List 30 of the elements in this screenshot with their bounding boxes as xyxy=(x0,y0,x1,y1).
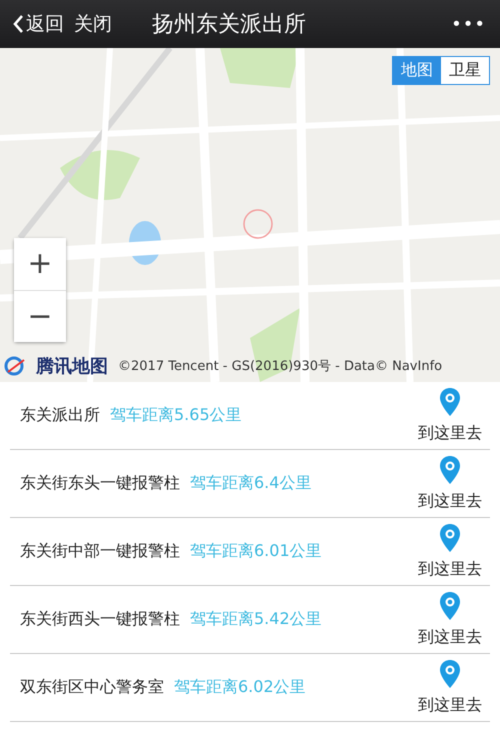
driving-distance: 驾车距离6.02公里 xyxy=(174,677,307,698)
logo-icon xyxy=(4,356,26,376)
place-name: 东关街中部一键报警柱 xyxy=(20,541,180,562)
map-logo: 腾讯地图 xyxy=(36,355,108,378)
navigate-button[interactable]: 到这里去 xyxy=(410,659,490,716)
zoom-out-button[interactable]: − xyxy=(14,290,66,342)
navigate-button[interactable]: 到这里去 xyxy=(410,387,490,444)
driving-distance: 驾车距离5.42公里 xyxy=(190,609,323,630)
copyright-text: ©2017 Tencent - GS(2016)930号 - Data© NavInfo xyxy=(118,358,442,375)
location-pin-icon xyxy=(439,659,461,689)
place-name: 双东街区中心警务室 xyxy=(20,677,164,698)
close-button[interactable]: 关闭 xyxy=(74,11,112,37)
place-name: 东关街东头一键报警柱 xyxy=(20,473,180,494)
driving-distance: 驾车距离5.65公里 xyxy=(110,405,243,426)
driving-distance: 驾车距离6.4公里 xyxy=(190,473,312,494)
place-name: 东关街西头一键报警柱 xyxy=(20,609,180,630)
navigate-button[interactable]: 到这里去 xyxy=(410,455,490,512)
navigate-button[interactable]: 到这里去 xyxy=(410,591,490,648)
driving-distance: 驾车距离6.01公里 xyxy=(190,541,323,562)
place-name: 东关派出所 xyxy=(20,405,100,426)
chevron-left-icon xyxy=(12,14,24,34)
navigate-button[interactable]: 到这里去 xyxy=(410,523,490,580)
location-pin-icon xyxy=(439,591,461,621)
page-title: 扬州东关派出所 xyxy=(152,11,307,39)
more-button[interactable]: ••• xyxy=(451,14,486,34)
location-pin-icon xyxy=(439,523,461,553)
back-button[interactable]: 返回 xyxy=(12,11,64,37)
location-pin-icon xyxy=(439,387,461,417)
zoom-in-button[interactable]: + xyxy=(14,238,66,290)
location-pin-icon xyxy=(439,455,461,485)
